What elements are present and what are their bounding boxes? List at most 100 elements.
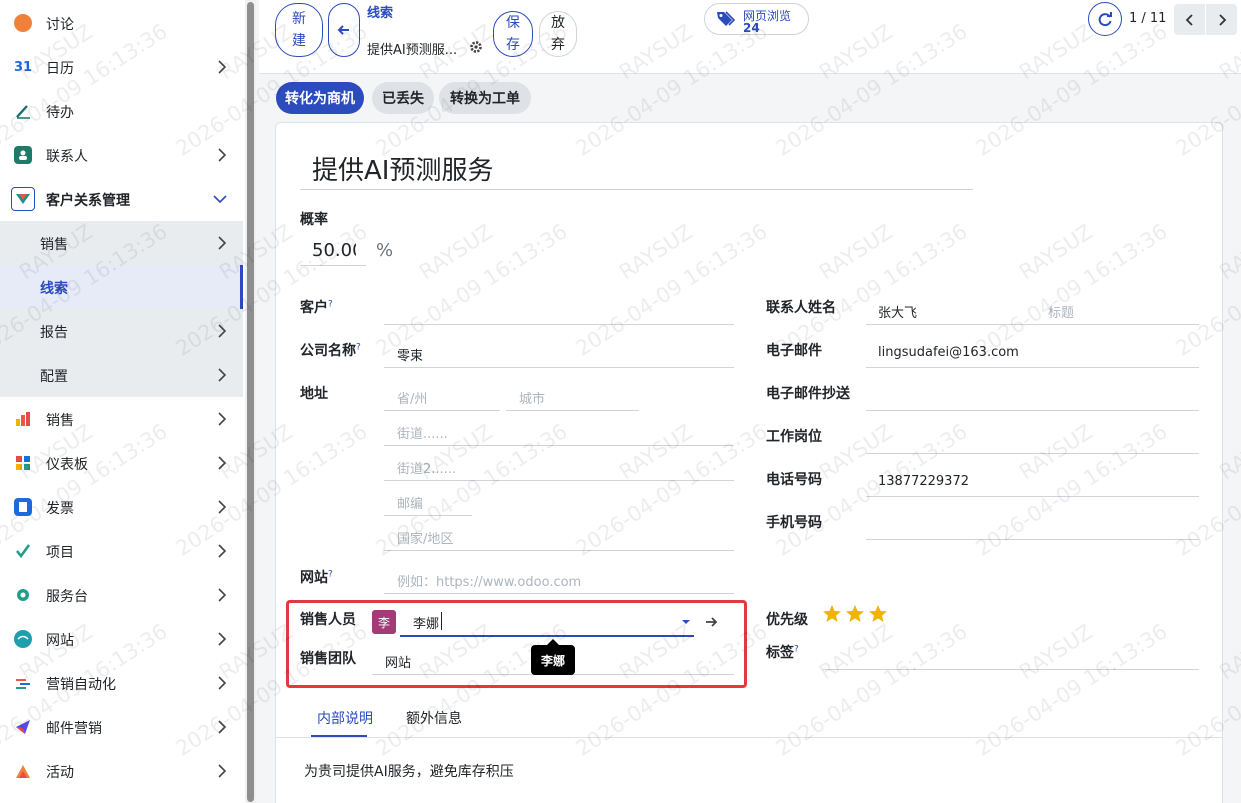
sales-icon	[14, 410, 32, 428]
sidebar-item-todo[interactable]: 待办	[0, 89, 243, 133]
lead-title-input[interactable]: 提供AI预测服务	[312, 150, 493, 187]
star-icon[interactable]	[868, 604, 888, 624]
sidebar-item-label: 服务台	[46, 589, 88, 605]
sidebar-item-label: 讨论	[46, 17, 74, 33]
email-underline	[866, 367, 1199, 368]
probability-input[interactable]: 50.00	[312, 240, 356, 261]
sidebar-item-invoice[interactable]: 发票	[0, 485, 243, 529]
sidebar-item-dashboard[interactable]: 仪表板	[0, 441, 243, 485]
control-panel: 新 建 线索 提供AI预测服... 保 存 放 弃 网页浏览 24 1 / 11	[259, 0, 1241, 74]
sidebar-item-label: 配置	[40, 369, 68, 385]
sidebar-subitem-leads[interactable]: 线索	[0, 265, 243, 309]
sidebar-item-marketing-automation[interactable]: 营销自动化	[0, 661, 243, 705]
sidebar-item-calendar[interactable]: 31 日历	[0, 45, 243, 89]
pager-previous-button[interactable]	[1174, 4, 1205, 35]
website-views-smart-button[interactable]: 网页浏览 24	[704, 3, 809, 35]
sidebar-item-website[interactable]: 网站	[0, 617, 243, 661]
country-underline	[384, 550, 734, 551]
sidebar-subitem-config[interactable]: 配置	[0, 353, 243, 397]
tab-internal-notes[interactable]: 内部说明	[317, 708, 373, 728]
chevron-right-icon[interactable]	[214, 761, 230, 781]
contact-name-input[interactable]: 张大飞	[878, 302, 917, 321]
discard-button[interactable]: 放 弃	[539, 11, 577, 57]
save-button[interactable]: 保 存	[493, 11, 533, 57]
priority-label: 优先级	[766, 612, 808, 628]
chevron-right-icon[interactable]	[214, 717, 230, 737]
chevron-right-icon[interactable]	[214, 145, 230, 165]
street2-input[interactable]: 街道2......	[397, 458, 456, 477]
customer-label-text: 客户	[300, 300, 328, 316]
job-input[interactable]	[866, 453, 1199, 454]
mark-lost-button[interactable]: 已丢失	[372, 82, 434, 114]
sidebar-subitem-sales[interactable]: 销售	[0, 221, 243, 265]
help-icon[interactable]: ?	[328, 569, 333, 579]
sidebar-item-contacts[interactable]: 联系人	[0, 133, 243, 177]
website-input[interactable]: 例如：https://www.odoo.com	[397, 571, 581, 590]
sidebar-item-events[interactable]: 活动	[0, 749, 243, 793]
back-button[interactable]	[328, 3, 360, 57]
chevron-right-icon[interactable]	[214, 453, 230, 473]
state-input[interactable]: 省/州	[397, 388, 427, 407]
sidebar-item-sales[interactable]: 销售	[0, 397, 243, 441]
zip-underline	[384, 515, 472, 516]
pager-value[interactable]: 1 / 11	[1129, 11, 1166, 26]
convert-to-ticket-button[interactable]: 转换为工单	[439, 82, 531, 114]
invoice-icon	[14, 498, 32, 516]
scrollbar-thumb[interactable]	[247, 2, 254, 802]
project-icon	[14, 542, 32, 560]
probability-label: 概率	[300, 212, 328, 228]
zip-input[interactable]: 邮编	[397, 493, 423, 512]
website-icon	[14, 630, 32, 648]
help-icon[interactable]: ?	[794, 644, 799, 654]
notes-text[interactable]: 为贵司提供AI服务，避免库存积压	[304, 761, 514, 781]
chevron-right-icon[interactable]	[214, 497, 230, 517]
email-cc-input[interactable]	[866, 410, 1199, 411]
chevron-down-icon[interactable]	[212, 189, 228, 209]
refresh-button[interactable]	[1088, 2, 1122, 36]
street-underline	[384, 445, 734, 446]
star-icon[interactable]	[822, 604, 842, 624]
phone-input[interactable]: 13877229372	[878, 474, 969, 489]
gear-icon[interactable]	[469, 40, 483, 54]
sidebar-item-discuss[interactable]: 讨论	[0, 1, 243, 45]
tab-divider	[275, 737, 1223, 738]
help-icon[interactable]: ?	[328, 299, 333, 309]
sidebar-item-email-marketing[interactable]: 邮件营销	[0, 705, 243, 749]
tab-extra-info[interactable]: 额外信息	[406, 708, 462, 728]
sidebar-item-helpdesk[interactable]: 服务台	[0, 573, 243, 617]
sidebar-item-crm[interactable]: 客户关系管理	[0, 177, 243, 221]
chevron-right-icon[interactable]	[214, 321, 230, 341]
chevron-right-icon[interactable]	[214, 233, 230, 253]
state-underline	[384, 410, 500, 411]
email-input[interactable]: lingsudafei@163.com	[878, 345, 1019, 360]
sidebar-item-project[interactable]: 项目	[0, 529, 243, 573]
chevron-right-icon[interactable]	[214, 673, 230, 693]
mobile-input[interactable]	[866, 539, 1199, 540]
company-input[interactable]: 零束	[397, 345, 423, 364]
contact-title-input[interactable]: 标题	[1048, 302, 1074, 321]
chevron-right-icon[interactable]	[214, 409, 230, 429]
help-icon[interactable]: ?	[356, 342, 361, 352]
country-input[interactable]: 国家/地区	[397, 528, 453, 547]
customer-input[interactable]	[384, 324, 734, 325]
chevron-right-icon[interactable]	[214, 365, 230, 385]
sidebar-subitem-reports[interactable]: 报告	[0, 309, 243, 353]
events-icon	[14, 762, 32, 780]
sidebar-item-label: 待办	[46, 105, 74, 121]
tags-input[interactable]	[823, 669, 1199, 670]
new-button[interactable]: 新 建	[275, 3, 323, 57]
city-input[interactable]: 城市	[519, 388, 545, 407]
sidebar-item-label: 邮件营销	[46, 721, 102, 737]
convert-to-opportunity-button[interactable]: 转化为商机	[276, 82, 364, 114]
todo-icon	[14, 102, 32, 120]
street-input[interactable]: 街道......	[397, 423, 448, 442]
star-icon[interactable]	[845, 604, 865, 624]
chevron-right-icon[interactable]	[214, 629, 230, 649]
breadcrumb-parent[interactable]: 线索	[367, 2, 393, 21]
tooltip: 李娜	[531, 639, 575, 675]
chevron-right-icon[interactable]	[214, 585, 230, 605]
chevron-right-icon[interactable]	[214, 57, 230, 77]
chevron-right-icon[interactable]	[214, 541, 230, 561]
pager-next-button[interactable]	[1206, 4, 1237, 35]
sidebar-scrollbar[interactable]	[245, 0, 256, 803]
